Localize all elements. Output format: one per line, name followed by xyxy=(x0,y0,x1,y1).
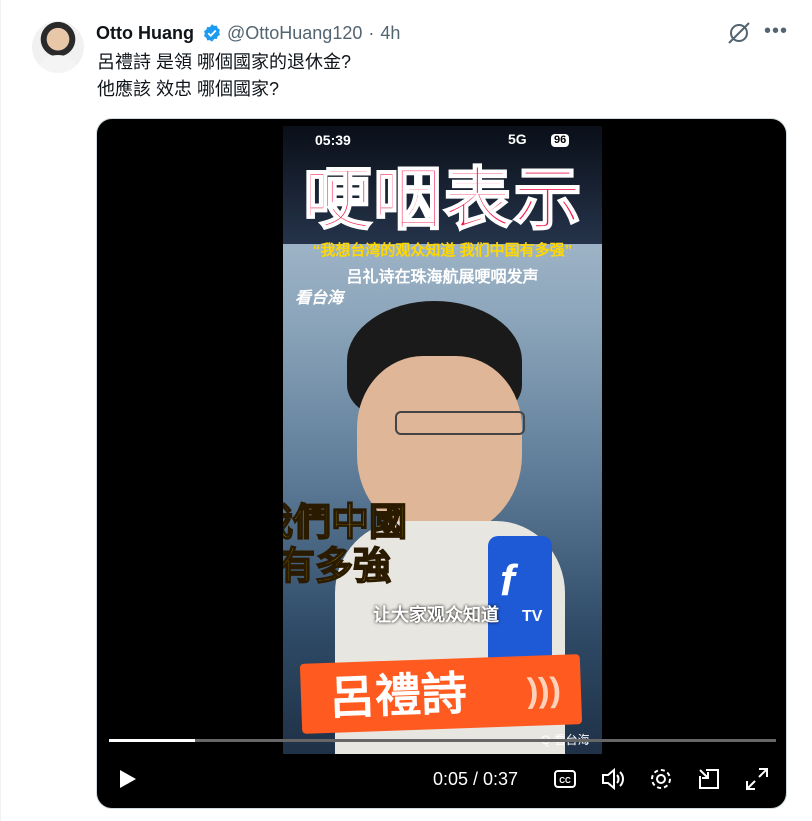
avatar[interactable] xyxy=(32,21,84,73)
author-name[interactable]: Otto Huang xyxy=(96,23,194,44)
time-readout: 0:05 / 0:37 xyxy=(433,769,519,789)
video-quote: “我想台湾的观众知道 我们中国有多强” xyxy=(312,242,573,259)
pip-icon[interactable] xyxy=(696,766,722,792)
tweet[interactable]: Otto Huang @OttoHuang120 · 4h ••• 呂禮詩 是領… xyxy=(0,0,812,821)
mic-label: TV xyxy=(522,608,543,625)
video-frame[interactable]: 05:39 5G 96 哽咽表示 “我想台湾的观众知道 我们中国有多强” 吕礼诗… xyxy=(283,126,602,754)
channel-logo: 看台海 xyxy=(295,290,344,307)
progress-bar[interactable] xyxy=(109,739,776,742)
verified-icon[interactable] xyxy=(202,23,222,43)
tweet-text: 呂禮詩 是領 哪個國家的退休金? 他應該 效忠 哪個國家? xyxy=(97,49,351,103)
caption-line-2: 有多強 xyxy=(283,545,392,589)
video-caption: 我們中國 有多強 xyxy=(283,501,408,589)
caption-line-1: 我們中國 xyxy=(283,501,408,545)
grok-icon[interactable] xyxy=(726,20,752,46)
name-banner-text: 呂禮詩 xyxy=(328,667,468,724)
name-banner: 呂禮詩 ))) xyxy=(299,654,583,734)
video-subcaption: 让大家观众知道 xyxy=(373,605,499,625)
progress-fill xyxy=(109,739,196,742)
video-player[interactable]: 05:39 5G 96 哽咽表示 “我想台湾的观众知道 我们中国有多强” 吕礼诗… xyxy=(96,118,787,809)
volume-icon[interactable] xyxy=(600,766,626,792)
tweet-header: Otto Huang @OttoHuang120 · 4h xyxy=(96,22,400,44)
tweet-text-line-2: 他應該 效忠 哪個國家? xyxy=(97,79,280,99)
sound-wave-icon: ))) xyxy=(526,670,562,710)
post-time[interactable]: 4h xyxy=(380,23,400,44)
captions-icon[interactable]: CC xyxy=(552,766,578,792)
tweet-text-line-1: 呂禮詩 是領 哪個國家的退休金? xyxy=(97,52,352,72)
play-icon[interactable] xyxy=(115,767,139,791)
separator-dot: · xyxy=(368,22,375,43)
video-headline: 哽咽表示 xyxy=(302,160,584,241)
video-controls: 0:05 / 0:37 CC xyxy=(97,759,786,799)
more-icon[interactable]: ••• xyxy=(764,20,787,46)
svg-text:CC: CC xyxy=(559,776,571,785)
settings-icon[interactable] xyxy=(648,766,674,792)
mic-glyph: f xyxy=(500,556,515,605)
author-handle[interactable]: @OttoHuang120 xyxy=(227,23,362,44)
fullscreen-icon[interactable] xyxy=(744,766,770,792)
